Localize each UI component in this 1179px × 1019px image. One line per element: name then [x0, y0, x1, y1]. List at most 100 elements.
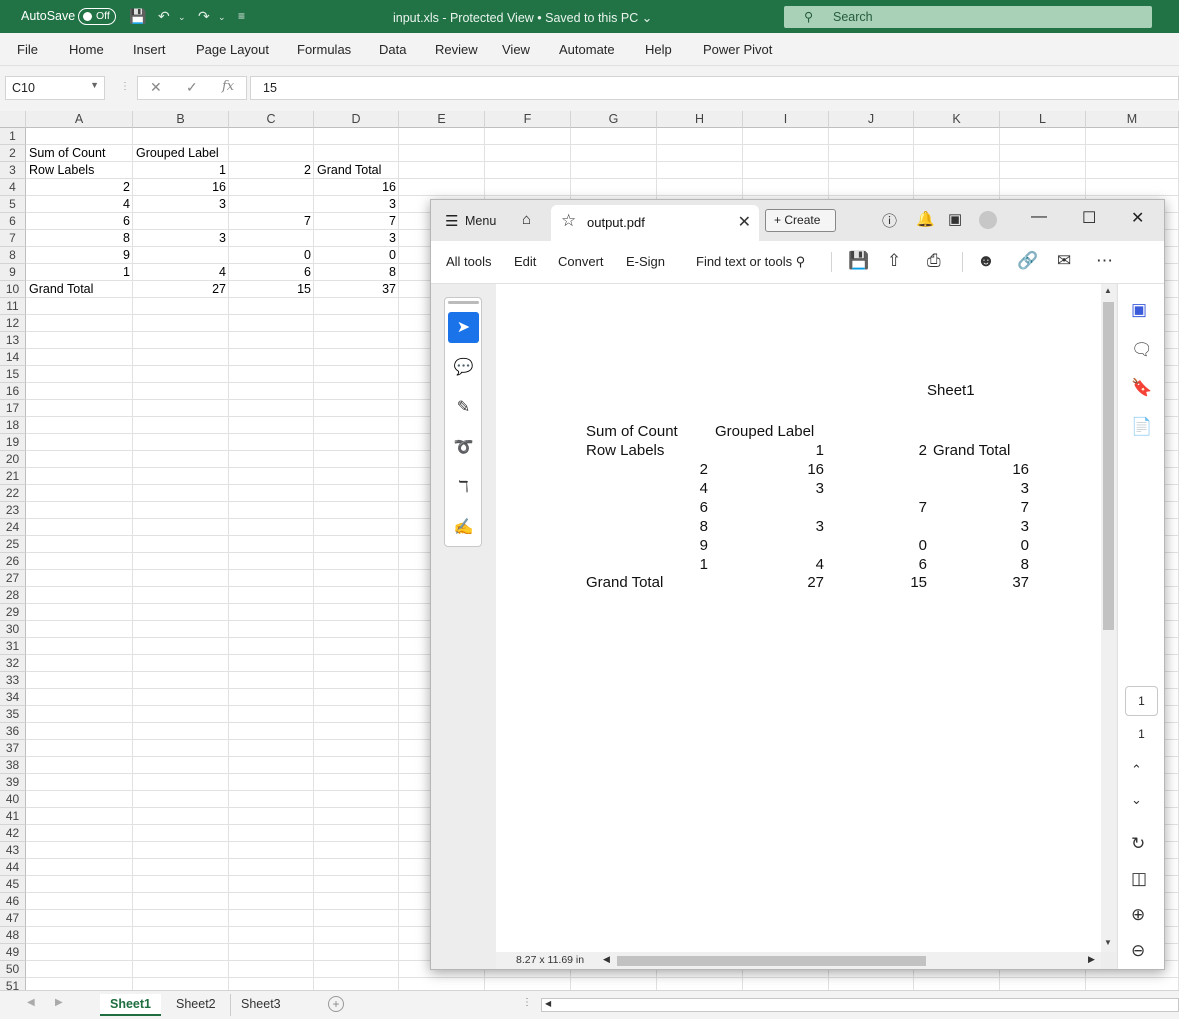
column-header-f[interactable]: F — [485, 111, 571, 128]
find-tools-button[interactable]: Find text or tools ⚲ — [696, 254, 805, 270]
row-header-42[interactable]: 42 — [0, 825, 26, 842]
column-header-d[interactable]: D — [314, 111, 399, 128]
row-header-4[interactable]: 4 — [0, 179, 26, 196]
row-header-9[interactable]: 9 — [0, 264, 26, 281]
cell-b5[interactable]: 3 — [133, 196, 229, 213]
tab-insert[interactable]: Insert — [133, 42, 166, 57]
maximize-icon[interactable]: ☐ — [1082, 208, 1096, 228]
next-page-icon[interactable]: ⌄ — [1131, 792, 1142, 808]
cell-d6[interactable]: 7 — [314, 213, 399, 230]
sheet-tab-sheet1[interactable]: Sheet1 — [100, 994, 161, 1016]
column-header-g[interactable]: G — [571, 111, 657, 128]
cell-a2[interactable]: Sum of Count — [26, 145, 133, 162]
previous-page-icon[interactable]: ⌃ — [1131, 762, 1142, 778]
formula-input[interactable]: 15 — [250, 76, 1179, 100]
scroll-left-icon[interactable]: ◀ — [603, 954, 610, 965]
notifications-icon[interactable]: 🔔 — [916, 210, 935, 228]
name-box[interactable]: C10 ▼ — [5, 76, 105, 100]
minimize-icon[interactable]: — — [1031, 208, 1047, 226]
cell-d5[interactable]: 3 — [314, 196, 399, 213]
column-header-a[interactable]: A — [26, 111, 133, 128]
cell-a10[interactable]: Grand Total — [26, 281, 133, 298]
zoom-out-icon[interactable]: ⊖ — [1131, 941, 1145, 961]
highlight-icon[interactable]: ✎ — [448, 392, 479, 423]
row-header-47[interactable]: 47 — [0, 910, 26, 927]
cell-b9[interactable]: 4 — [133, 264, 229, 281]
cell-d4[interactable]: 16 — [314, 179, 399, 196]
column-header-l[interactable]: L — [1000, 111, 1086, 128]
row-header-11[interactable]: 11 — [0, 298, 26, 315]
row-header-37[interactable]: 37 — [0, 740, 26, 757]
add-sheet-icon[interactable]: + — [328, 996, 344, 1012]
cancel-icon[interactable]: ✕ — [150, 79, 162, 96]
row-header-28[interactable]: 28 — [0, 587, 26, 604]
horizontal-scrollbar[interactable]: 8.27 x 11.69 in ◀ ▶ — [496, 952, 1101, 969]
sign-icon[interactable]: ✍ — [448, 512, 479, 543]
row-header-2[interactable]: 2 — [0, 145, 26, 162]
sheet-tab-sheet2[interactable]: Sheet2 — [166, 994, 226, 1016]
cell-b7[interactable]: 3 — [133, 230, 229, 247]
add-comment-icon[interactable]: 💬 — [448, 352, 479, 383]
row-header-46[interactable]: 46 — [0, 893, 26, 910]
share-user-icon[interactable]: ☻ — [977, 251, 995, 271]
select-cursor-icon[interactable]: ➤ — [448, 312, 479, 343]
undo-icon[interactable]: ↶ — [158, 8, 170, 25]
insert-function-icon[interactable]: fx — [222, 79, 234, 94]
close-window-icon[interactable]: ✕ — [1131, 208, 1144, 228]
next-sheet-icon[interactable]: ▶ — [55, 997, 63, 1008]
cell-d3[interactable]: Grand Total — [314, 162, 399, 179]
row-header-7[interactable]: 7 — [0, 230, 26, 247]
cell-d8[interactable]: 0 — [314, 247, 399, 264]
row-header-26[interactable]: 26 — [0, 553, 26, 570]
scroll-down-icon[interactable]: ▼ — [1104, 938, 1112, 947]
cell-a6[interactable]: 6 — [26, 213, 133, 230]
row-header-34[interactable]: 34 — [0, 689, 26, 706]
row-header-49[interactable]: 49 — [0, 944, 26, 961]
tab-home[interactable]: Home — [69, 42, 104, 57]
tab-page-layout[interactable]: Page Layout — [196, 42, 269, 57]
row-header-17[interactable]: 17 — [0, 400, 26, 417]
cell-b2[interactable]: Grouped Label — [133, 145, 229, 162]
draw-icon[interactable]: ➰ — [448, 432, 479, 463]
print-icon[interactable]: ⎙ — [927, 251, 941, 271]
undo-dropdown-icon[interactable]: ⌄ — [178, 12, 186, 23]
row-header-23[interactable]: 23 — [0, 502, 26, 519]
apps-grid-icon[interactable]: ▣ — [948, 210, 962, 228]
comments-icon[interactable]: 🗨 — [1131, 340, 1153, 360]
tab-data[interactable]: Data — [379, 42, 406, 57]
esign-button[interactable]: E-Sign — [626, 254, 665, 269]
row-header-16[interactable]: 16 — [0, 383, 26, 400]
cell-c3[interactable]: 2 — [229, 162, 314, 179]
sheet-tab-sheet3[interactable]: Sheet3 — [230, 994, 291, 1016]
star-icon[interactable]: ☆ — [561, 211, 576, 231]
cell-c10[interactable]: 15 — [229, 281, 314, 298]
tab-power-pivot[interactable]: Power Pivot — [703, 42, 772, 57]
home-icon[interactable]: ⌂ — [522, 211, 531, 228]
search-box[interactable]: ⚲ Search — [784, 6, 1152, 28]
row-header-44[interactable]: 44 — [0, 859, 26, 876]
convert-button[interactable]: Convert — [558, 254, 604, 269]
row-header-35[interactable]: 35 — [0, 706, 26, 723]
upload-icon[interactable]: ⇧ — [887, 251, 901, 271]
tab-file[interactable]: File — [17, 42, 38, 57]
row-header-6[interactable]: 6 — [0, 213, 26, 230]
cell-a8[interactable]: 9 — [26, 247, 133, 264]
row-header-25[interactable]: 25 — [0, 536, 26, 553]
all-tools-button[interactable]: All tools — [446, 254, 492, 269]
tab-automate[interactable]: Automate — [559, 42, 615, 57]
email-icon[interactable]: ✉ — [1057, 251, 1071, 271]
save-icon[interactable]: 💾 — [848, 251, 869, 271]
row-header-39[interactable]: 39 — [0, 774, 26, 791]
prev-sheet-icon[interactable]: ◀ — [27, 997, 35, 1008]
tab-review[interactable]: Review — [435, 42, 478, 57]
scroll-right-icon[interactable]: ▶ — [1088, 954, 1095, 965]
row-header-3[interactable]: 3 — [0, 162, 26, 179]
tab-help[interactable]: Help — [645, 42, 672, 57]
tab-output-pdf[interactable]: ☆ output.pdf ✕ — [551, 205, 759, 241]
column-header-k[interactable]: K — [914, 111, 1000, 128]
cell-a4[interactable]: 2 — [26, 179, 133, 196]
row-header-31[interactable]: 31 — [0, 638, 26, 655]
horizontal-scrollbar[interactable]: ◀ — [541, 998, 1179, 1012]
cell-b4[interactable]: 16 — [133, 179, 229, 196]
cell-d10[interactable]: 37 — [314, 281, 399, 298]
